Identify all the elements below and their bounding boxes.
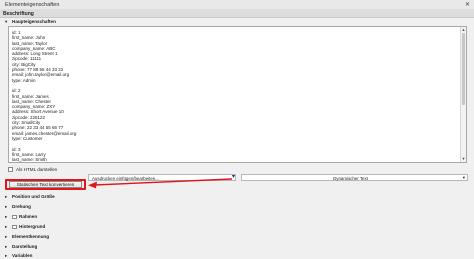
expand-arrow-icon: ▸	[5, 234, 8, 239]
text-mode-value: Dynamischer Text	[333, 175, 368, 181]
group-darstellung[interactable]: ▸ Darstellung	[5, 243, 305, 250]
render-html-label: Als HTML darstellen	[16, 167, 58, 172]
group-drehung[interactable]: ▸ Drehung	[5, 203, 305, 210]
group-label: Variablen	[12, 253, 33, 258]
group-hintergrund[interactable]: ▸ Hintergrund	[5, 223, 305, 230]
expand-arrow-icon: ▸	[5, 244, 8, 249]
group-rahmen[interactable]: ▸ Rahmen	[5, 213, 305, 220]
group-enable-checkbox[interactable]	[12, 214, 17, 219]
group-position-und-größe[interactable]: ▸ Position und Größe	[5, 193, 305, 200]
annotation-arrow	[88, 178, 233, 189]
close-icon[interactable]: ✕	[465, 1, 470, 8]
vertical-scrollbar[interactable]: ▲ ▼	[460, 27, 466, 162]
expand-arrow-icon: ▾	[5, 19, 8, 24]
group-label: Darstellung	[12, 244, 38, 249]
section-label: Beschriftung	[3, 10, 34, 17]
text-line: company_name: DEF	[12, 162, 458, 163]
expand-arrow-icon: ▸	[5, 204, 8, 209]
group-label: Drehung	[12, 204, 31, 209]
expand-arrow-icon: ▸	[5, 224, 8, 229]
text-lines: id: 1 first_name: John last_name: Taylor co…	[12, 30, 458, 163]
group-label: Position und Größe	[12, 194, 55, 199]
render-html-option[interactable]: Als HTML darstellen	[8, 166, 208, 173]
expand-arrow-icon: ▸	[5, 214, 8, 219]
window-title: Elementeigenschaften	[5, 1, 60, 8]
expand-arrow-icon: ▸	[5, 253, 8, 258]
group-label: Elementkennung	[12, 234, 50, 239]
convert-static-text-button[interactable]: Statischen Text konvertieren	[9, 181, 82, 188]
group-enable-checkbox[interactable]	[12, 224, 17, 229]
render-html-checkbox[interactable]	[8, 167, 13, 172]
group-label: Haupteigenschaften	[12, 19, 56, 24]
scroll-down-icon[interactable]: ▼	[461, 156, 466, 162]
group-label: Rahmen	[19, 214, 38, 219]
group-elementkennung[interactable]: ▸ Elementkennung	[5, 233, 305, 240]
label-text-editor[interactable]: id: 1 first_name: John last_name: Taylor co…	[8, 26, 467, 163]
group-label: Hintergrund	[19, 224, 46, 229]
scrollbar-thumb[interactable]	[462, 33, 465, 105]
expand-arrow-icon: ▸	[5, 194, 8, 199]
chevron-down-icon: ▾	[462, 175, 465, 181]
text-mode-select[interactable]: Dynamischer Text ▾	[241, 174, 468, 181]
group-main-properties[interactable]: ▾ Haupteigenschaften	[5, 18, 469, 25]
section-header[interactable]: Beschriftung	[0, 9, 474, 18]
group-variablen[interactable]: ▸ Variablen	[5, 252, 305, 259]
